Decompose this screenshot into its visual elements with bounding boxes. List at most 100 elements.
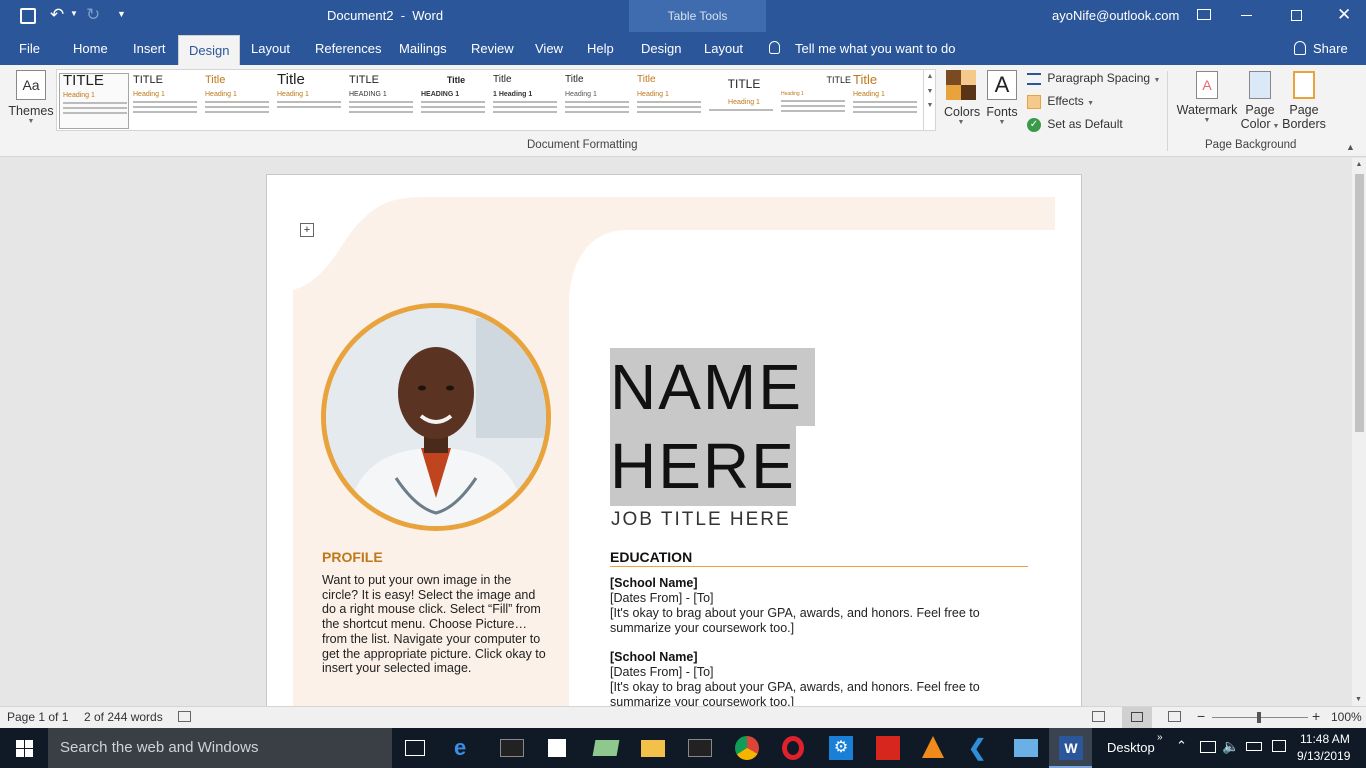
date[interactable]: 9/13/2019 [1297,749,1350,763]
fonts-button[interactable]: A Fonts ▼ [985,70,1019,136]
proofing-icon[interactable] [178,711,191,722]
network-icon[interactable] [1200,741,1216,753]
tell-me-box[interactable]: Tell me what you want to do [795,41,955,56]
edge-icon[interactable]: e [454,736,478,760]
vlc-icon[interactable] [922,736,944,758]
opera-icon[interactable] [782,736,804,760]
close-button[interactable]: ✕ [1337,5,1351,25]
style-set-item[interactable]: Title Heading 1 [205,73,275,129]
style-set-item[interactable]: Title Heading 1 [277,73,347,129]
tab-table-layout[interactable]: Layout [694,32,753,65]
undo-icon[interactable]: ↶ [50,5,64,25]
school-name-1[interactable]: [School Name] [610,576,698,590]
tab-table-design[interactable]: Design [631,32,691,65]
colors-button[interactable]: Colors ▼ [944,70,980,136]
customize-toolbar-icon[interactable]: ▼ [117,9,126,19]
command-prompt-icon[interactable] [500,739,524,757]
page-borders-button[interactable]: Page Borders [1282,71,1326,131]
task-view-icon[interactable] [405,740,425,756]
page-count[interactable]: Page 1 of 1 [7,710,68,724]
school-desc-1[interactable]: [It's okay to brag about your GPA, award… [610,606,1010,636]
volume-icon[interactable]: 🔈 [1222,738,1239,755]
scrollbar-thumb[interactable] [1355,174,1364,432]
zoom-level[interactable]: 100% [1331,710,1362,724]
tab-home[interactable]: Home [63,32,118,65]
save-icon[interactable] [20,8,36,24]
collapse-ribbon-icon[interactable]: ▲ [1346,142,1355,152]
scroll-up-icon[interactable]: ▲ [924,73,936,80]
restore-button[interactable] [1291,10,1302,21]
tab-review[interactable]: Review [461,32,524,65]
account-name[interactable]: ayoNife@outlook.com [1052,8,1179,23]
control-panel-icon[interactable] [1014,739,1038,757]
style-set-item[interactable]: TITLE HEADING 1 [349,73,419,129]
school-name-2[interactable]: [School Name] [610,650,698,664]
word-count[interactable]: 2 of 244 words [84,710,163,724]
battery-icon[interactable] [1246,742,1262,751]
tab-insert[interactable]: Insert [123,32,176,65]
paragraph-spacing-button[interactable]: Paragraph Spacing ▼ [1027,71,1160,89]
tab-file[interactable]: File [9,32,50,65]
taskbar-search-box[interactable]: Search the web and Windows [48,728,392,768]
style-set-item[interactable]: Title Heading 1 [853,73,923,129]
ribbon-display-options-icon[interactable] [1197,9,1211,20]
read-mode-icon[interactable] [1092,711,1105,722]
settings-gear-icon[interactable]: ⚙ [829,736,853,760]
web-layout-icon[interactable] [1168,711,1181,722]
school-desc-2[interactable]: [It's okay to brag about your GPA, award… [610,680,1010,706]
job-title[interactable]: JOB TITLE HERE [611,509,791,531]
style-set-item[interactable]: Title 1 Heading 1 [493,73,563,129]
scroll-down-icon[interactable]: ▼ [1355,696,1362,703]
watermark-button[interactable]: A Watermark ▼ [1176,71,1238,124]
chrome-icon[interactable] [735,736,759,760]
tab-mailings[interactable]: Mailings [389,32,457,65]
profile-photo[interactable] [321,303,551,531]
themes-button[interactable]: Aa Themes ▼ [8,70,54,132]
name-line-1[interactable]: NAME [610,348,815,426]
show-hidden-icons-icon[interactable]: ⌃ [1176,738,1187,754]
undo-dropdown-icon[interactable]: ▼ [70,9,78,18]
school-dates-1[interactable]: [Dates From] - [To] [610,591,714,605]
style-set-item[interactable]: Title HEADING 1 [421,73,491,129]
school-dates-2[interactable]: [Dates From] - [To] [610,665,714,679]
style-set-item[interactable]: Title Heading 1 [565,73,635,129]
scroll-down-icon[interactable]: ▼ [924,88,936,95]
store-icon[interactable] [548,739,566,757]
gallery-scroll[interactable]: ▲ ▼ ▼ [923,70,936,130]
style-set-item[interactable]: TITLE Heading 1 [709,73,779,129]
windows-start-icon[interactable] [16,740,33,757]
zoom-slider-thumb[interactable] [1257,712,1261,723]
terminal-icon[interactable] [688,739,712,757]
time[interactable]: 11:48 AM [1300,732,1350,746]
share-button[interactable]: Share [1313,41,1348,56]
vertical-scrollbar[interactable]: ▲ ▼ [1352,158,1366,706]
name-line-2[interactable]: HERE [610,426,796,506]
document-page[interactable]: + PROFILE Want to put your own image in … [266,174,1082,706]
tab-references[interactable]: References [305,32,391,65]
vscode-icon[interactable]: ❮ [968,736,992,760]
page-color-button[interactable]: Page Color ▼ [1240,71,1280,131]
profile-text[interactable]: Want to put your own image in the circle… [322,573,547,676]
notifications-icon[interactable] [1272,740,1286,752]
style-set-item[interactable]: TITLE Heading 1 [781,73,851,129]
acrobat-icon[interactable] [876,736,900,760]
redo-icon[interactable]: ↻ [86,5,100,25]
minimize-button[interactable] [1241,15,1252,16]
tab-layout[interactable]: Layout [241,32,300,65]
tab-help[interactable]: Help [577,32,624,65]
tab-design[interactable]: Design [178,35,241,65]
tab-view[interactable]: View [525,32,573,65]
file-explorer-icon[interactable] [641,740,665,757]
scroll-up-icon[interactable]: ▲ [1352,161,1366,168]
photos-icon[interactable] [592,740,620,756]
effects-button[interactable]: Effects ▼ [1027,94,1094,112]
style-set-item[interactable]: TITLE Heading 1 [59,73,129,129]
desktop-toolbar[interactable]: Desktop [1107,740,1155,755]
set-as-default-button[interactable]: ✓ Set as Default [1027,117,1123,135]
zoom-in-button[interactable]: + [1312,708,1320,724]
toolbar-expand-icon[interactable]: » [1157,732,1163,743]
more-icon[interactable]: ▼ [924,102,936,109]
style-set-item[interactable]: TITLE Heading 1 [133,73,203,129]
style-set-item[interactable]: Title Heading 1 [637,73,707,129]
table-move-handle-icon[interactable]: + [300,223,314,237]
